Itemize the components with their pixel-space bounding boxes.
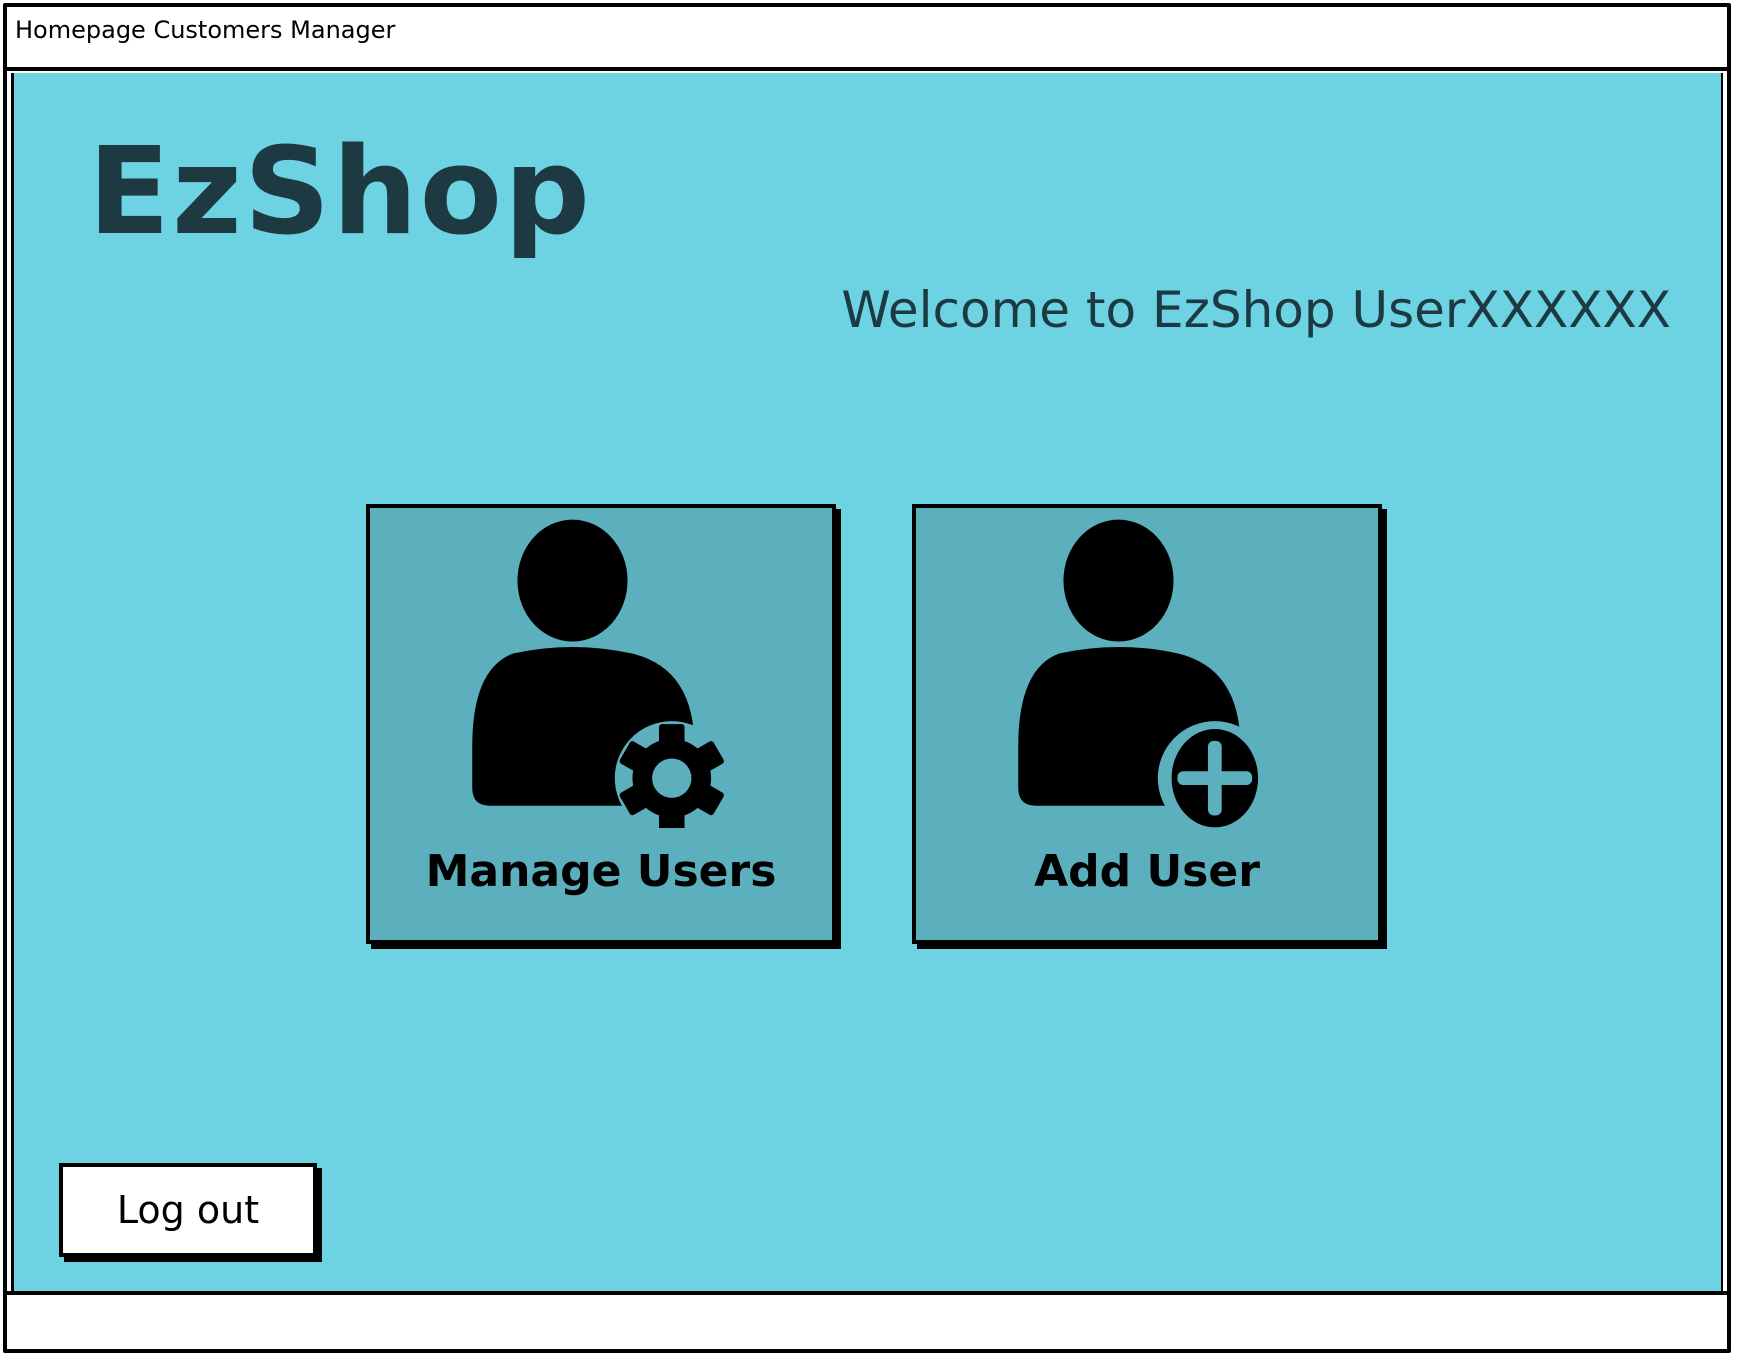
user-plus-icon	[1018, 519, 1272, 828]
status-bar	[7, 1291, 1727, 1349]
user-gear-icon	[472, 519, 729, 828]
manage-users-button[interactable]: Manage Users	[366, 504, 836, 944]
add-user-label: Add User	[1034, 846, 1260, 897]
app-logo: EzShop	[88, 123, 593, 262]
add-user-button[interactable]: Add User	[912, 504, 1382, 944]
main-content: EzShop Welcome to EzShop UserXXXXXX Mana…	[11, 73, 1723, 1298]
welcome-message: Welcome to EzShop UserXXXXXX	[841, 281, 1671, 339]
logout-button[interactable]: Log out	[59, 1163, 317, 1257]
window-title: Homepage Customers Manager	[15, 16, 396, 44]
app-window: Homepage Customers Manager EzShop Welcom…	[3, 3, 1731, 1353]
manage-users-label: Manage Users	[425, 846, 777, 897]
title-bar: Homepage Customers Manager	[7, 7, 1727, 71]
